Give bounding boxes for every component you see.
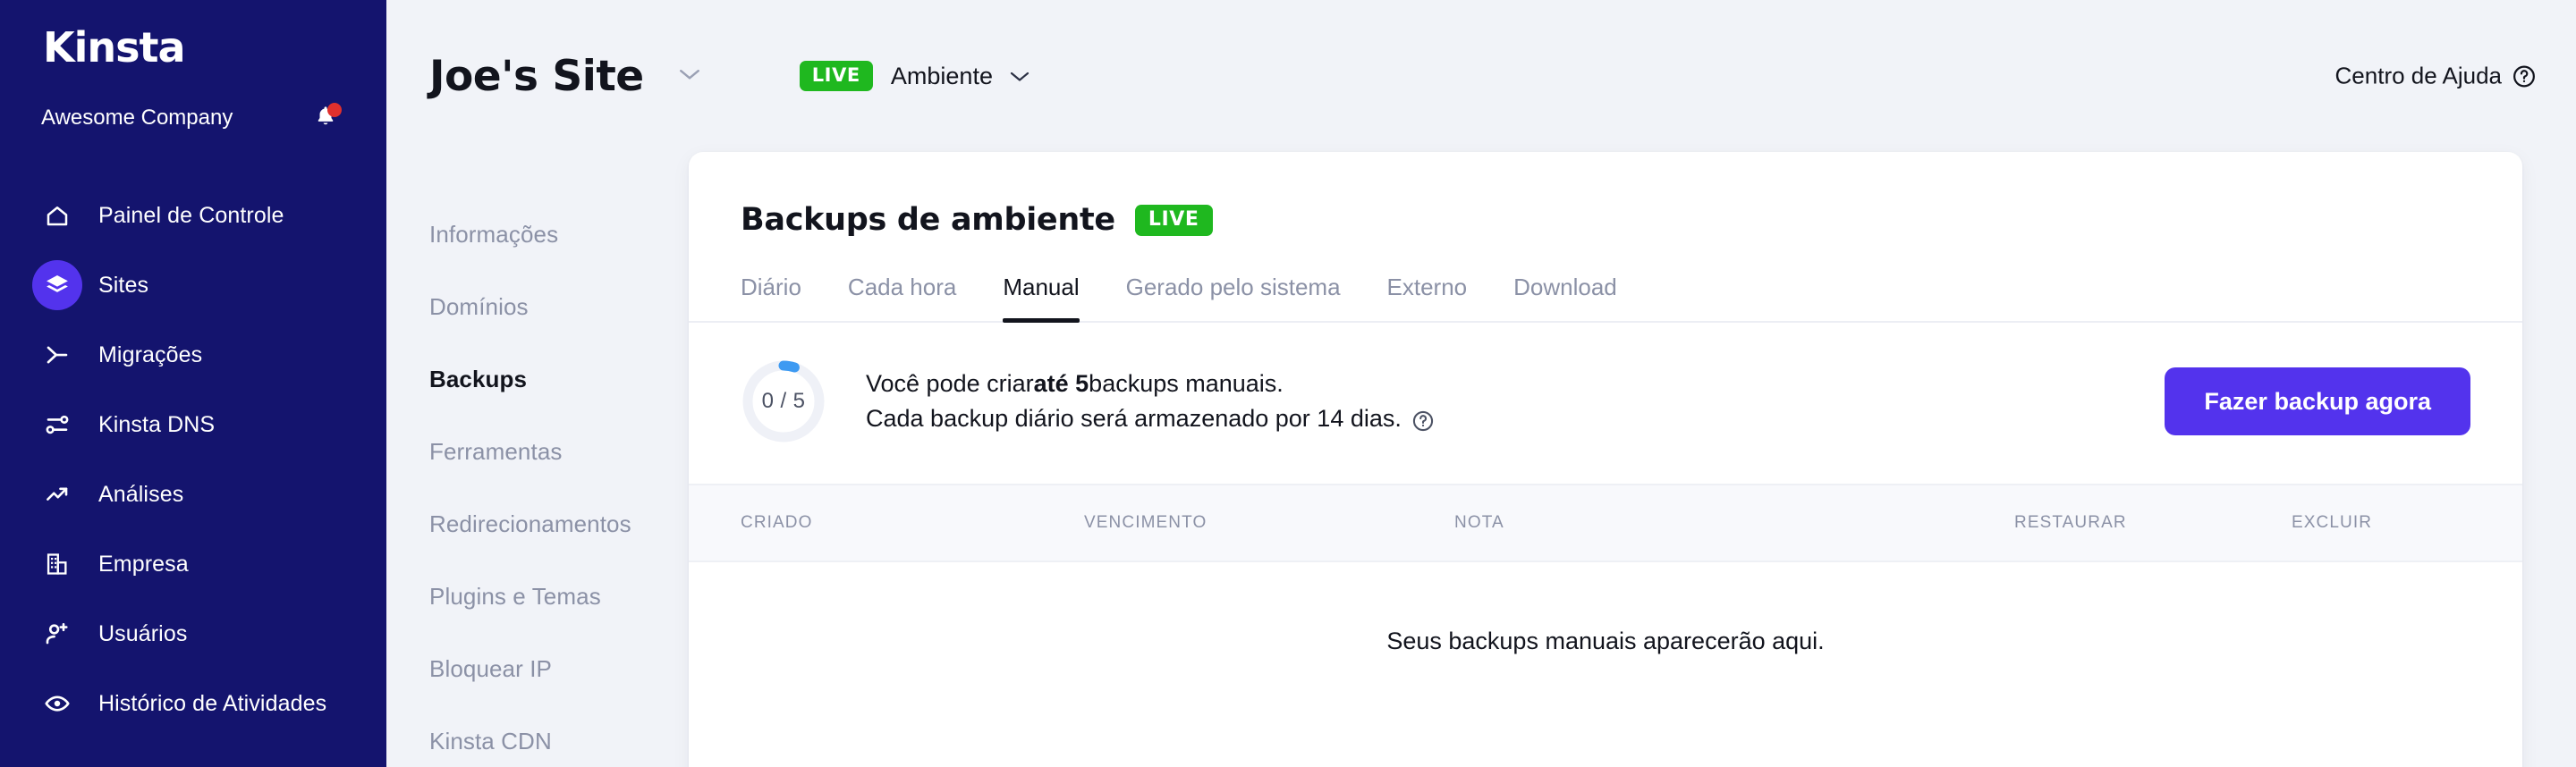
card-title-row: Backups de ambiente LIVE xyxy=(741,202,2470,238)
quota-description: Você pode criar até 5 backups manuais. C… xyxy=(866,367,2129,436)
help-center-label: Centro de Ajuda xyxy=(2334,62,2502,89)
sidebar-item-analises[interactable]: Análises xyxy=(0,459,386,529)
subnav-item-redirecionamentos[interactable]: Redirecionamentos xyxy=(429,488,689,560)
tab-externo[interactable]: Externo xyxy=(1387,274,1468,321)
quota-line1-prefix: Você pode criar xyxy=(866,369,1034,397)
backups-table-header: CRIADO VENCIMENTO NOTA RESTAURAR EXCLUIR xyxy=(689,484,2522,562)
chevron-down-icon xyxy=(1009,70,1030,83)
column-header-nota: NOTA xyxy=(1454,513,1504,532)
question-circle-icon xyxy=(2512,63,2537,88)
notifications-button[interactable] xyxy=(309,102,342,134)
content-area: Joe's Site LIVE Ambiente Centro de Ajuda… xyxy=(386,0,2576,767)
sidebar-item-empresa[interactable]: Empresa xyxy=(0,529,386,599)
site-subnav: Informações Domínios Backups Ferramentas… xyxy=(429,152,689,767)
migration-arrow-icon xyxy=(32,330,82,380)
eye-icon xyxy=(32,678,82,729)
environment-switcher[interactable]: LIVE Ambiente xyxy=(799,61,1030,91)
sidebar-header: Kinsta Awesome Company xyxy=(0,27,386,134)
body-area: Informações Domínios Backups Ferramentas… xyxy=(386,152,2576,767)
kinsta-logo: Kinsta xyxy=(43,23,186,72)
layers-icon xyxy=(32,260,82,310)
tab-manual[interactable]: Manual xyxy=(1003,274,1080,323)
sidebar-item-label: Kinsta DNS xyxy=(98,411,216,437)
subnav-item-bloquear-ip[interactable]: Bloquear IP xyxy=(429,633,689,705)
sidebar-item-kinsta-dns[interactable]: Kinsta DNS xyxy=(0,390,386,459)
sidebar-item-label: Histórico de Atividades xyxy=(98,690,327,716)
sidebar-item-sites[interactable]: Sites xyxy=(0,250,386,320)
quota-ring-label: 0 / 5 xyxy=(761,389,806,413)
organization-row: Awesome Company xyxy=(41,102,345,134)
top-bar: Joe's Site LIVE Ambiente Centro de Ajuda xyxy=(386,0,2576,152)
subnav-item-informacoes[interactable]: Informações xyxy=(429,198,689,271)
sidebar-item-label: Migrações xyxy=(98,341,203,367)
backup-type-tabs: Diário Cada hora Manual Gerado pelo sist… xyxy=(689,274,2522,323)
column-header-vencimento: VENCIMENTO xyxy=(1084,513,1208,532)
sidebar-item-painel-de-controle[interactable]: Painel de Controle xyxy=(0,181,386,250)
card-title: Backups de ambiente xyxy=(741,202,1115,238)
sidebar-item-label: Sites xyxy=(98,272,149,298)
tab-gerado-pelo-sistema[interactable]: Gerado pelo sistema xyxy=(1126,274,1341,321)
environment-badge: LIVE xyxy=(799,61,873,91)
subnav-item-dominios[interactable]: Domínios xyxy=(429,271,689,343)
sidebar-item-usuarios[interactable]: Usuários xyxy=(0,599,386,669)
card-wrapper: Backups de ambiente LIVE Diário Cada hor… xyxy=(689,152,2576,767)
column-header-criado: CRIADO xyxy=(741,513,813,532)
tab-cada-hora[interactable]: Cada hora xyxy=(848,274,956,321)
sidebar-item-label: Usuários xyxy=(98,620,188,646)
help-center-link[interactable]: Centro de Ajuda xyxy=(2335,63,2537,90)
page-title: Joe's Site xyxy=(429,51,644,101)
quota-line-2: Cada backup diário será armazenado por 1… xyxy=(866,401,2129,436)
column-header-restaurar: RESTAURAR xyxy=(2014,513,2127,532)
organization-name: Awesome Company xyxy=(41,105,233,130)
building-icon xyxy=(32,539,82,589)
question-circle-icon[interactable] xyxy=(1411,409,1435,433)
tab-download[interactable]: Download xyxy=(1513,274,1617,321)
subnav-item-plugins-e-temas[interactable]: Plugins e Temas xyxy=(429,560,689,633)
sidebar-item-label: Painel de Controle xyxy=(98,202,284,228)
home-icon xyxy=(32,190,82,240)
primary-nav: Painel de Controle Sites Migrações Kinst… xyxy=(0,181,386,738)
primary-sidebar: Kinsta Awesome Company Painel de Control… xyxy=(0,0,386,767)
table-empty-message: Seus backups manuais aparecerão aqui. xyxy=(1386,627,1825,654)
chevron-down-icon xyxy=(678,67,701,86)
column-header-excluir: EXCLUIR xyxy=(2292,513,2373,532)
subnav-item-backups[interactable]: Backups xyxy=(429,343,689,416)
subnav-item-ferramentas[interactable]: Ferramentas xyxy=(429,416,689,488)
card-live-badge: LIVE xyxy=(1134,204,1213,236)
sidebar-item-historico-de-atividades[interactable]: Histórico de Atividades xyxy=(0,669,386,738)
sidebar-item-migracoes[interactable]: Migrações xyxy=(0,320,386,390)
sidebar-item-label: Análises xyxy=(98,481,184,507)
sidebar-item-label: Empresa xyxy=(98,551,189,577)
subnav-item-kinsta-cdn[interactable]: Kinsta CDN xyxy=(429,705,689,767)
site-switcher-button[interactable] xyxy=(678,67,701,86)
quota-line-1: Você pode criar até 5 backups manuais. xyxy=(866,367,2129,401)
backup-quota-ring: 0 / 5 xyxy=(741,358,826,444)
trending-up-icon xyxy=(32,469,82,519)
backups-card: Backups de ambiente LIVE Diário Cada hor… xyxy=(689,152,2522,767)
user-plus-icon xyxy=(32,609,82,659)
card-header: Backups de ambiente LIVE Diário Cada hor… xyxy=(689,152,2522,323)
quota-line1-suffix: backups manuais. xyxy=(1089,369,1284,397)
app-root: Kinsta Awesome Company Painel de Control… xyxy=(0,0,2576,767)
environment-label: Ambiente xyxy=(890,62,993,89)
fazer-backup-agora-button[interactable]: Fazer backup agora xyxy=(2165,367,2470,435)
quota-row: 0 / 5 Você pode criar até 5 backups manu… xyxy=(689,323,2522,484)
notification-badge-dot xyxy=(327,103,342,117)
tab-diario[interactable]: Diário xyxy=(741,274,801,321)
quota-line1-strong: até 5 xyxy=(1033,369,1089,397)
quota-line2-text: Cada backup diário será armazenado por 1… xyxy=(866,405,1402,432)
dns-nodes-icon xyxy=(32,400,82,450)
